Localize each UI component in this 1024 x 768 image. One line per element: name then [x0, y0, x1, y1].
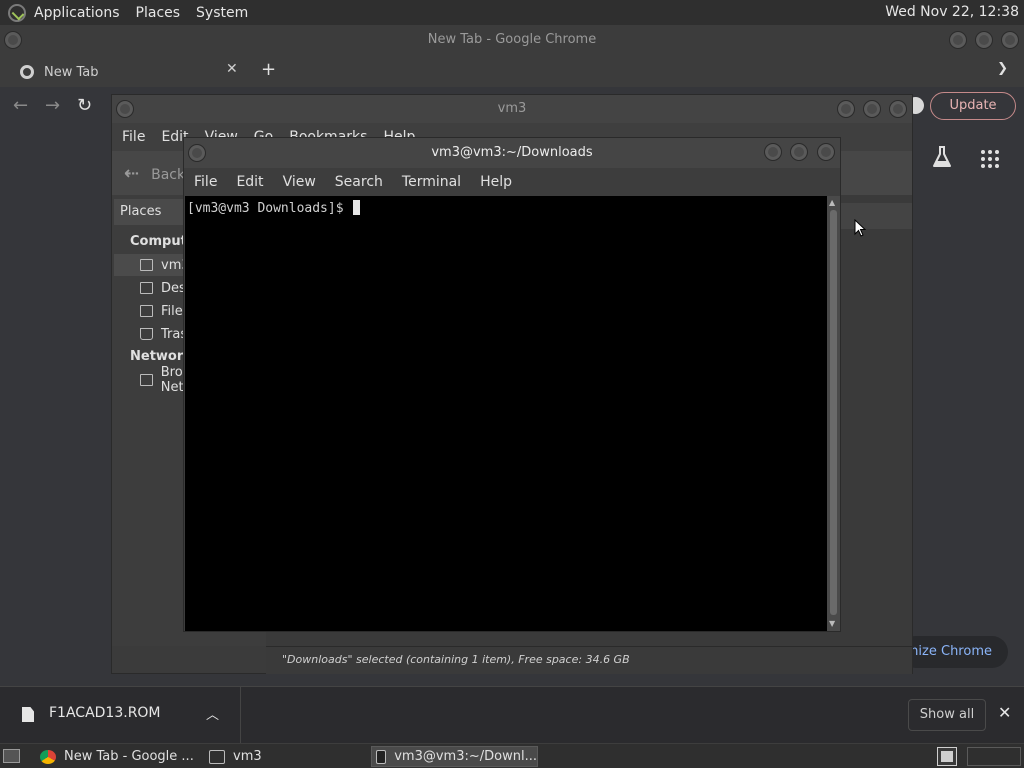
show-all-button[interactable]: Show all: [908, 699, 986, 731]
task-label: vm3: [233, 749, 262, 764]
chrome-favicon-icon: [20, 65, 34, 79]
terminal-scrollbar[interactable]: ▲ ▼: [827, 196, 840, 631]
file-manager-titlebar[interactable]: vm3: [112, 95, 912, 123]
panel-clock[interactable]: Wed Nov 22, 12:38: [885, 4, 1019, 20]
close-window-button[interactable]: [889, 100, 907, 118]
tab-close-icon[interactable]: ✕: [226, 61, 238, 77]
menu-file[interactable]: File: [122, 129, 145, 145]
customize-chrome-label: Customize Chrome: [900, 644, 992, 659]
menu-view[interactable]: View: [283, 174, 316, 190]
text-cursor: [353, 200, 361, 215]
terminal-prompt-line: [vm3@vm3 Downloads]$: [187, 200, 361, 216]
download-shelf: F1ACAD13.ROM ︿ Show all ✕: [0, 686, 1024, 744]
minimize-button[interactable]: [837, 100, 855, 118]
maximize-button[interactable]: [863, 100, 881, 118]
back-label: Back: [151, 167, 186, 183]
reload-icon[interactable]: ↻: [77, 95, 92, 116]
close-shelf-icon[interactable]: ✕: [998, 703, 1011, 722]
network-icon: [140, 374, 153, 386]
menu-search[interactable]: Search: [335, 174, 383, 190]
scroll-thumb[interactable]: [830, 210, 837, 615]
close-window-button[interactable]: [817, 143, 835, 161]
download-divider: [240, 687, 241, 744]
new-tab-plus-icon[interactable]: +: [261, 59, 276, 80]
maximize-button[interactable]: [790, 143, 808, 161]
panel-menu-applications[interactable]: Applications: [34, 5, 120, 21]
update-button[interactable]: Update: [930, 92, 1016, 120]
back-arrow-icon: ⇠: [124, 163, 140, 184]
trash-icon: [140, 328, 153, 340]
column-header[interactable]: [840, 203, 912, 229]
chevron-up-icon[interactable]: ︿: [206, 704, 219, 723]
back-button[interactable]: ⇠ Back: [124, 163, 185, 184]
chrome-titlebar[interactable]: New Tab - Google Chrome: [0, 25, 1024, 55]
shell-prompt: [vm3@vm3 Downloads]$: [187, 201, 352, 216]
menu-file[interactable]: File: [194, 174, 217, 190]
home-folder-icon: [140, 259, 153, 271]
terminal-window: vm3@vm3:~/Downloads File Edit View Searc…: [183, 137, 841, 632]
close-window-button[interactable]: [1001, 31, 1019, 49]
task-file-manager[interactable]: vm3: [205, 746, 365, 767]
chrome-labs-flask-icon[interactable]: [931, 145, 953, 169]
terminal-titlebar[interactable]: vm3@vm3:~/Downloads: [184, 138, 840, 168]
panel-menu-places[interactable]: Places: [136, 5, 181, 21]
panel-menubar: Applications Places System: [0, 0, 264, 25]
bottom-taskbar: New Tab - Google ... vm3 vm3@vm3:~/Downl…: [0, 743, 1024, 768]
file-icon: [22, 707, 34, 722]
panel-menu-system[interactable]: System: [196, 5, 248, 21]
forward-arrow-icon[interactable]: →: [45, 95, 60, 116]
scroll-down-arrow-icon[interactable]: ▼: [829, 619, 835, 628]
top-panel: Applications Places System Wed Nov 22, 1…: [0, 0, 1024, 25]
chrome-window-title: New Tab - Google Chrome: [427, 32, 597, 47]
tab-search-chevron-icon[interactable]: ❯: [997, 61, 1008, 76]
menu-edit[interactable]: Edit: [236, 174, 263, 190]
drive-icon: [140, 305, 153, 317]
minimize-button[interactable]: [949, 31, 967, 49]
status-bar: "Downloads" selected (containing 1 item)…: [266, 646, 912, 674]
terminal-menubar: File Edit View Search Terminal Help: [184, 168, 840, 196]
minimize-button[interactable]: [764, 143, 782, 161]
download-item-name[interactable]: F1ACAD13.ROM: [49, 705, 161, 721]
menu-terminal[interactable]: Terminal: [402, 174, 461, 190]
maximize-button[interactable]: [975, 31, 993, 49]
task-chrome[interactable]: New Tab - Google ...: [36, 746, 198, 767]
tab-title: New Tab: [44, 64, 99, 80]
mouse-pointer-icon: [854, 219, 866, 237]
back-arrow-icon[interactable]: ←: [13, 95, 28, 116]
terminal-screen[interactable]: [vm3@vm3 Downloads]$: [185, 196, 827, 631]
menu-help[interactable]: Help: [480, 174, 512, 190]
chrome-icon: [40, 749, 56, 764]
scroll-up-arrow-icon[interactable]: ▲: [829, 198, 835, 207]
tab-new-tab[interactable]: New Tab: [8, 57, 248, 87]
show-desktop-icon[interactable]: [3, 749, 20, 763]
chrome-tabbar: New Tab ✕ + ❯: [0, 55, 1024, 87]
terminal-icon: [376, 749, 387, 764]
task-label: New Tab - Google ...: [64, 749, 194, 764]
customize-chrome-button[interactable]: Customize Chrome: [900, 636, 1008, 668]
desktop-folder-icon: [140, 282, 153, 294]
task-terminal[interactable]: vm3@vm3:~/Downl...: [371, 746, 538, 767]
task-label: vm3@vm3:~/Downl...: [394, 749, 537, 764]
workspace-1[interactable]: [937, 747, 957, 766]
terminal-title: vm3@vm3:~/Downloads: [431, 145, 593, 160]
home-folder-icon: [209, 749, 225, 764]
distro-logo-icon[interactable]: [8, 3, 26, 22]
file-manager-title: vm3: [497, 101, 527, 116]
google-apps-grid-icon[interactable]: [981, 150, 999, 168]
workspace-2[interactable]: [967, 747, 1021, 766]
